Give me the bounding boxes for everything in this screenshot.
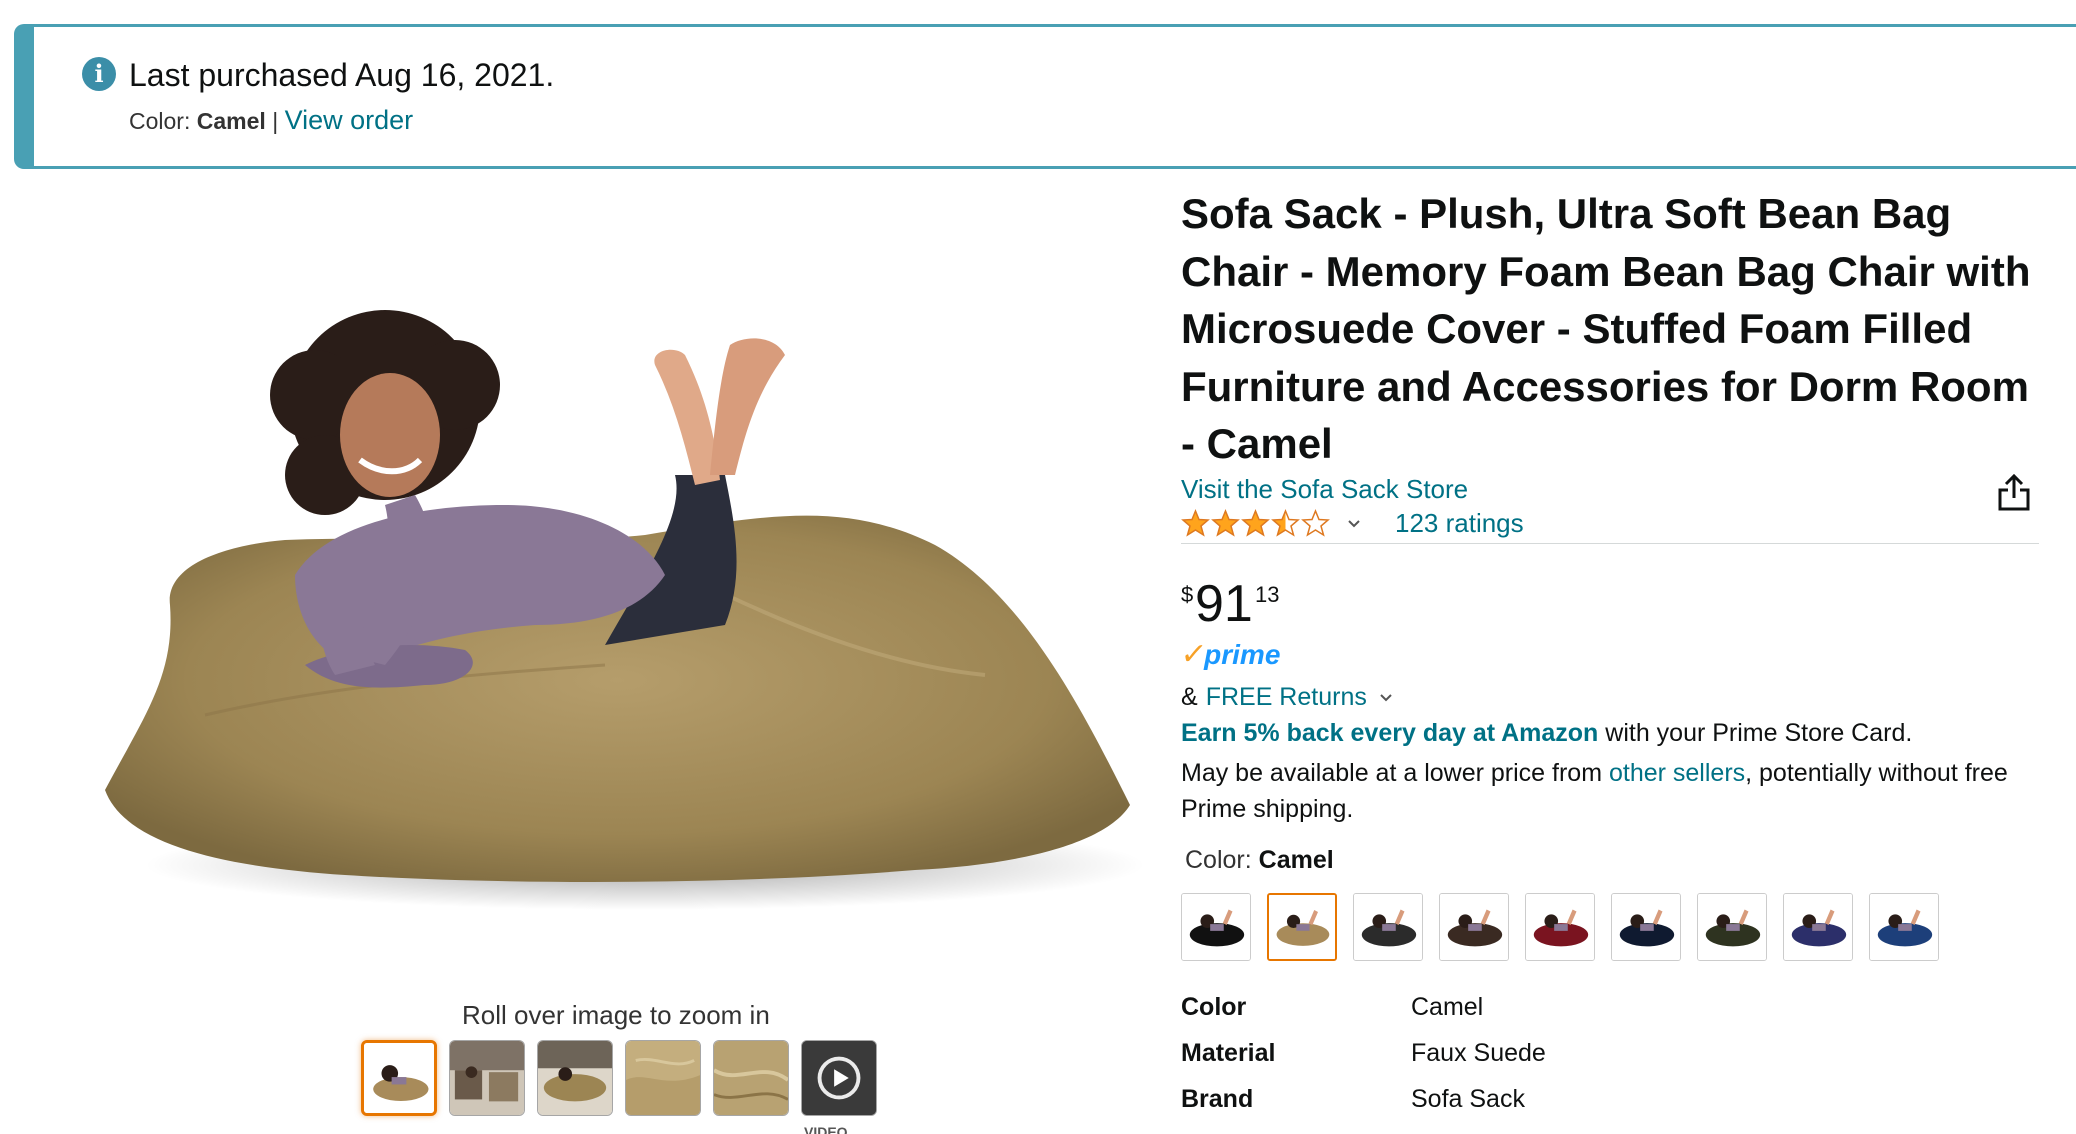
- color-swatch[interactable]: [1783, 893, 1853, 961]
- free-returns: & FREE Returns: [1181, 683, 1393, 712]
- star-icon: [1301, 509, 1330, 537]
- color-swatch[interactable]: [1267, 893, 1337, 961]
- prime-badge: ✓ prime: [1178, 638, 1281, 671]
- other-sellers-link[interactable]: other sellers: [1609, 759, 1745, 787]
- spec-value: Camel: [1411, 992, 1484, 1021]
- banner-color-value: Camel: [196, 108, 266, 134]
- chevron-down-icon[interactable]: [1379, 691, 1393, 705]
- video-label: VIDEO: [804, 1124, 848, 1134]
- star-icon: [1211, 509, 1240, 537]
- divider: [1181, 543, 2039, 544]
- product-title: Sofa Sack - Plush, Ultra Soft Bean Bag C…: [1181, 190, 2031, 467]
- star-icon: [1181, 509, 1210, 537]
- color-swatch[interactable]: [1525, 893, 1595, 961]
- prime-label: prime: [1204, 639, 1281, 670]
- spec-row: Color Camel: [1181, 984, 2041, 1030]
- color-swatch[interactable]: [1869, 893, 1939, 961]
- zoom-hint: Roll over image to zoom in: [462, 1000, 770, 1030]
- main-product-image[interactable]: [85, 245, 1145, 925]
- color-label-text: Color:: [1185, 846, 1259, 874]
- spec-key: Material: [1181, 1038, 1276, 1067]
- spec-key: Brand: [1181, 1084, 1254, 1113]
- star-icon: [1241, 509, 1270, 537]
- ratings-count-link[interactable]: 123 ratings: [1395, 508, 1524, 539]
- banner-title: Last purchased Aug 16, 2021.: [129, 57, 555, 93]
- thumbnail-video[interactable]: [801, 1040, 877, 1116]
- share-icon[interactable]: [1996, 472, 2032, 512]
- banner-separator: |: [272, 108, 279, 134]
- thumbnail-strip: [361, 1040, 877, 1116]
- color-swatch[interactable]: [1611, 893, 1681, 961]
- color-label: Color: Camel: [1185, 846, 1334, 875]
- thumbnail-1[interactable]: [361, 1040, 437, 1116]
- color-label-value: Camel: [1258, 846, 1334, 874]
- thumbnail-5[interactable]: [713, 1040, 789, 1116]
- spec-key: Color: [1181, 992, 1247, 1021]
- star-icon: [1271, 509, 1300, 537]
- banner-color-label: Color:: [129, 108, 191, 134]
- earn-text: with your Prime Store Card.: [1598, 719, 1913, 747]
- product-specs: Color Camel Material Faux Suede Brand Sofa Sa…: [1181, 984, 2041, 1122]
- banner-subtitle: Color: Camel | View order: [129, 105, 413, 136]
- price-fraction: 13: [1255, 582, 1280, 607]
- spec-row: Brand Sofa Sack: [1181, 1076, 2041, 1122]
- prime-check-icon: ✓: [1178, 638, 1209, 671]
- store-link[interactable]: Visit the Sofa Sack Store: [1181, 474, 1468, 505]
- color-swatch[interactable]: [1353, 893, 1423, 961]
- spec-row: Material Faux Suede: [1181, 1030, 2041, 1076]
- thumbnail-3[interactable]: [537, 1040, 613, 1116]
- view-order-link[interactable]: View order: [285, 105, 414, 135]
- color-swatches: [1181, 893, 1939, 961]
- info-icon: i: [82, 57, 116, 91]
- spec-value: Faux Suede: [1411, 1038, 1546, 1067]
- star-rating[interactable]: [1181, 509, 1330, 538]
- lower-text-1: May be available at a lower price from: [1181, 759, 1609, 787]
- last-purchased-banner: i Last purchased Aug 16, 2021. Color: Ca…: [14, 24, 2076, 169]
- price-whole: 91: [1195, 575, 1253, 633]
- chevron-down-icon[interactable]: [1346, 516, 1362, 532]
- price-symbol: $: [1181, 582, 1194, 607]
- rating-row: 123 ratings: [1181, 508, 1524, 539]
- free-returns-link[interactable]: FREE Returns: [1206, 683, 1367, 712]
- returns-prefix: &: [1181, 683, 1198, 711]
- thumbnail-2[interactable]: [449, 1040, 525, 1116]
- lower-price-note: May be available at a lower price from o…: [1181, 755, 2041, 827]
- earn-cashback: Earn 5% back every day at Amazon with yo…: [1181, 719, 1912, 748]
- thumbnail-4[interactable]: [625, 1040, 701, 1116]
- color-swatch[interactable]: [1439, 893, 1509, 961]
- color-swatch[interactable]: [1697, 893, 1767, 961]
- earn-cashback-link[interactable]: Earn 5% back every day at Amazon: [1181, 719, 1598, 747]
- spec-value: Sofa Sack: [1411, 1084, 1525, 1113]
- color-swatch[interactable]: [1181, 893, 1251, 961]
